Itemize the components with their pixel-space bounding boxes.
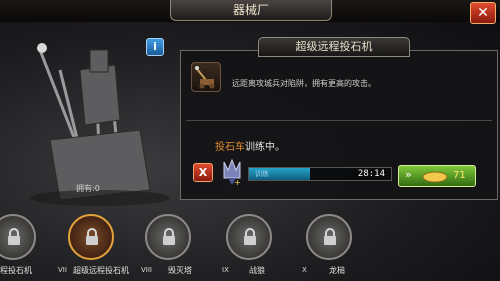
page-title: 器械厂 [170, 0, 332, 21]
cancel-training-button[interactable]: X [193, 163, 213, 182]
unit-slot[interactable] [145, 214, 191, 260]
fast-forward-icon: » [405, 168, 412, 181]
lock-icon [244, 228, 256, 245]
unit-tier-numeral: X [302, 266, 307, 274]
catapult-unit-icon [191, 62, 221, 92]
unit-slot[interactable] [0, 214, 36, 260]
speedup-cost: 71 [453, 170, 466, 181]
lock-icon [8, 228, 20, 245]
close-button[interactable]: ✕ [470, 2, 496, 24]
training-progress-bar: 训练 28:14 [248, 167, 392, 181]
unit-slot[interactable] [226, 214, 272, 260]
unit-slot-label: 龙槌 [329, 266, 345, 275]
info-button[interactable]: i [146, 38, 164, 56]
divider [186, 120, 492, 121]
status-text: 训练中。 [245, 142, 285, 153]
unit-slot-label: 战狼 [249, 266, 265, 275]
unit-slot[interactable] [306, 214, 352, 260]
unit-slot-label: 毁灭塔 [168, 266, 192, 275]
svg-text:+: + [234, 178, 241, 186]
unit-name-header: 超级远程投石机 [258, 37, 410, 57]
unit-description: 远距离攻城兵对陷阱，拥有更高的攻击。 [232, 79, 376, 88]
lock-icon [86, 228, 98, 245]
unit-tier-numeral: VII [58, 266, 67, 274]
training-status: 投石车训练中。 [0, 138, 500, 153]
rank-crown-icon: + [223, 158, 241, 186]
unit-slot-label: 超级远程投石机 [73, 266, 129, 275]
unit-slot-label: 程投石机 [0, 266, 32, 275]
unit-tier-numeral: VIII [141, 266, 152, 274]
status-unit-name: 投石车 [215, 142, 245, 153]
lock-icon [163, 228, 175, 245]
unit-tier-numeral: IX [222, 266, 229, 274]
owned-count: 拥有:0 [76, 184, 100, 193]
unit-slot[interactable] [68, 214, 114, 260]
speedup-button[interactable]: » 71 [398, 165, 476, 187]
lock-icon [324, 228, 336, 245]
training-timer: 28:14 [357, 169, 385, 179]
progress-label: 训练 [255, 170, 269, 178]
gold-coin-icon [422, 171, 448, 183]
